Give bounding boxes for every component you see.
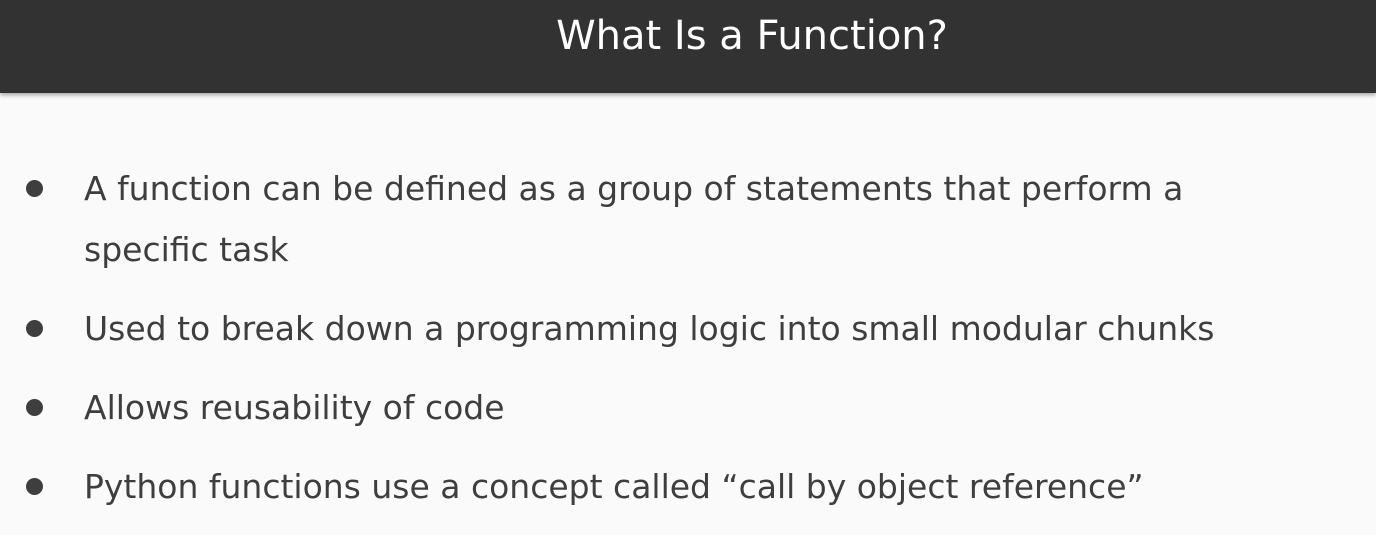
title-bar: What Is a Function?	[0, 0, 1376, 93]
bullet-dot-icon	[26, 399, 43, 416]
bullet-text: Allows reusability of code	[84, 388, 505, 427]
bullet-item: Used to break down a programming logic i…	[0, 298, 1314, 359]
bullet-dot-icon	[26, 180, 43, 197]
bullet-list: A function can be defined as a group of …	[0, 158, 1376, 535]
slide-title: What Is a Function?	[556, 13, 948, 59]
bullet-item: Python functions use a concept called “c…	[0, 456, 1314, 517]
bullet-text: A function can be defined as a group of …	[84, 169, 1184, 269]
bullet-text: Used to break down a programming logic i…	[84, 309, 1215, 348]
bullet-text: Python functions use a concept called “c…	[84, 467, 1144, 506]
bullet-item: Allows reusability of code	[0, 377, 1314, 438]
bullet-dot-icon	[26, 320, 43, 337]
bullet-dot-icon	[26, 478, 43, 495]
slide: What Is a Function? A function can be de…	[0, 0, 1376, 534]
bullet-item: A function can be defined as a group of …	[0, 158, 1314, 280]
